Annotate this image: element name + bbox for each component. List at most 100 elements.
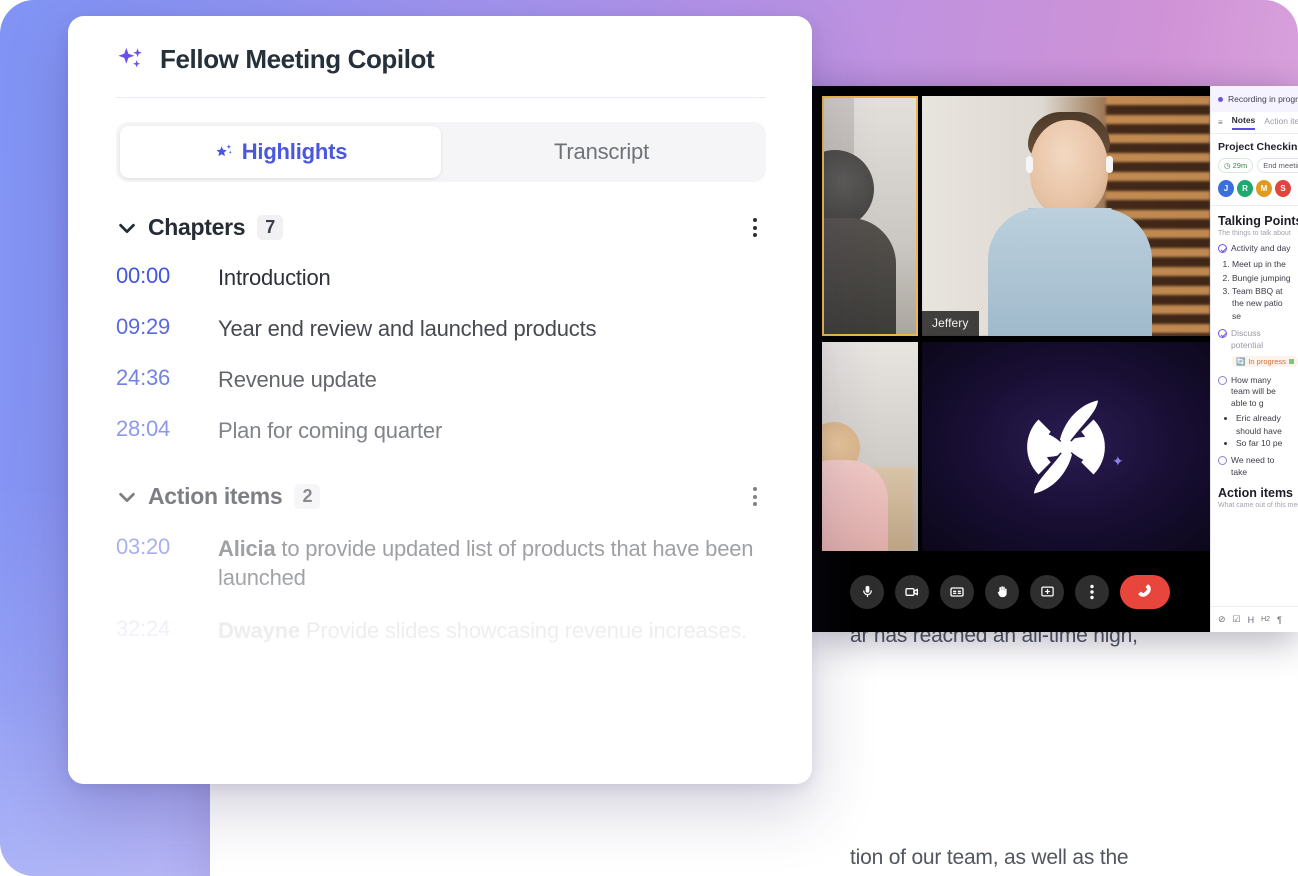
participant-avatars: J R M S — [1218, 180, 1291, 197]
chapters-title: Chapters — [148, 214, 246, 240]
end-call-button[interactable] — [1120, 574, 1170, 609]
notes-panel-tabs: ≡ Notes Action items — [1211, 112, 1298, 134]
present-button[interactable] — [1030, 574, 1064, 609]
editor-toolbar: ⊘ ☑ H H2 ¶ — [1211, 606, 1298, 632]
checkbox-round-icon[interactable]: ⊘ — [1218, 614, 1226, 625]
chapter-row[interactable]: 00:00 Introduction — [116, 263, 766, 292]
paragraph-icon[interactable]: ¶ — [1277, 615, 1282, 625]
action-item-timestamp[interactable]: 03:20 — [116, 534, 218, 560]
chapters-count-badge: 7 — [257, 215, 284, 240]
list-item: So far 10 pe — [1236, 437, 1291, 449]
video-meeting-window: Jeffery ✦ Recording in progr ≡ Notes Act… — [810, 86, 1298, 632]
video-tile-logo[interactable]: ✦ ✦ ✦ — [922, 342, 1210, 551]
list-item: Meet up in the — [1232, 258, 1291, 270]
meeting-control-bar — [810, 551, 1210, 632]
card-fade-overlay — [68, 574, 812, 784]
chapter-timestamp[interactable]: 28:04 — [116, 416, 218, 442]
chapters-section-header: Chapters 7 — [116, 214, 766, 241]
chapter-timestamp[interactable]: 09:29 — [116, 314, 218, 340]
talking-point-item[interactable]: How many team will be able to g — [1218, 375, 1291, 409]
chapters-more-options-icon[interactable] — [744, 217, 766, 239]
checkbox-empty-icon[interactable] — [1218, 456, 1227, 466]
talking-point-item[interactable]: Activity and day — [1218, 243, 1291, 254]
avatar[interactable]: J — [1218, 180, 1234, 197]
heading-2-icon[interactable]: H2 — [1261, 616, 1270, 623]
action-items-title: Action items — [148, 483, 283, 510]
sparkle-icon — [118, 47, 142, 67]
mic-button[interactable] — [850, 574, 884, 609]
sparkle-decor-icon: ✦ — [1112, 453, 1124, 469]
talking-point-item[interactable]: Discuss potential — [1218, 328, 1291, 351]
meeting-notes-panel: Recording in progress ≡ Notes Action ite… — [1210, 86, 1298, 632]
status-badge: 🔄 In progress — [1232, 355, 1298, 367]
avatar[interactable]: R — [1237, 180, 1253, 197]
status-emoji-icon: 🔄 — [1236, 356, 1246, 366]
chapter-timestamp[interactable]: 24:36 — [116, 365, 218, 391]
heading-1-icon[interactable]: H — [1248, 615, 1255, 625]
action-items-count-badge: 2 — [294, 484, 321, 510]
video-tile-participant-top-left[interactable] — [822, 96, 918, 336]
divider — [1211, 205, 1298, 206]
tab-transcript-label: Transcript — [554, 139, 649, 164]
tab-highlights[interactable]: Highlights — [120, 126, 441, 178]
fellow-meeting-copilot-card: Fellow Meeting Copilot Highlights Transc… — [68, 16, 812, 784]
chapter-row[interactable]: 09:29 Year end review and launched produ… — [116, 314, 766, 343]
action-item-owner: Alicia — [218, 536, 276, 562]
tab-transcript[interactable]: Transcript — [441, 126, 762, 178]
meeting-meta-row: ◷ 29m End meeting — [1218, 158, 1298, 173]
avatar[interactable]: S — [1275, 180, 1291, 197]
action-item-row[interactable]: 03:20 Alicia to provide updated list of … — [116, 534, 766, 592]
chevron-down-icon[interactable] — [116, 217, 138, 239]
video-tile-grid: Jeffery ✦ — [810, 86, 1210, 551]
talking-point-sublist: Eric already should have So far 10 pe — [1236, 412, 1291, 449]
tab-action-items[interactable]: Action items — [1264, 116, 1298, 129]
raise-hand-button[interactable] — [985, 574, 1019, 609]
talking-point-item[interactable]: We need to take — [1218, 455, 1291, 478]
action-item-row[interactable]: 32:24 Dwayne Provide slides showcasing r… — [116, 616, 766, 645]
action-item-text: Dwayne Provide slides showcasing revenue… — [218, 618, 748, 644]
chapter-row[interactable]: 28:04 Plan for coming quarter — [116, 416, 766, 445]
copilot-tabs: Highlights Transcript — [116, 122, 766, 182]
chapter-title: Introduction — [218, 265, 331, 290]
recording-dot-icon — [1218, 96, 1223, 102]
tab-notes[interactable]: Notes — [1231, 115, 1256, 130]
meeting-title: Project Checkin — [1218, 141, 1298, 153]
action-items-section-header: Action items 2 — [116, 483, 766, 510]
more-button[interactable] — [1075, 574, 1109, 609]
list-icon: ≡ — [1218, 118, 1223, 127]
video-tile-participant-bottom-left[interactable] — [822, 342, 918, 551]
star-sparkle-icon — [216, 144, 232, 157]
chapter-title: Revenue update — [218, 367, 377, 393]
page-title: Fellow Meeting Copilot — [160, 44, 435, 74]
status-square-icon — [1288, 358, 1294, 364]
chapter-timestamp[interactable]: 00:00 — [116, 263, 218, 289]
screenshot-root: ar has reached an all-time high, tion of… — [0, 0, 1298, 876]
chapter-title: Plan for coming quarter — [218, 418, 443, 444]
recording-status-bar: Recording in progress — [1211, 86, 1298, 112]
list-item: Bungie jumping — [1232, 272, 1291, 284]
participant-name-label: Jeffery — [922, 311, 979, 336]
end-meeting-button[interactable]: End meeting — [1257, 158, 1298, 173]
captions-button[interactable] — [940, 574, 974, 609]
avatar[interactable]: M — [1256, 180, 1272, 197]
list-item: Team BBQ at the new patio se — [1232, 285, 1291, 322]
duration-pill: ◷ 29m — [1218, 158, 1254, 173]
checkbox-done-icon[interactable] — [1218, 244, 1227, 253]
notes-action-items-heading: Action items — [1218, 486, 1294, 501]
action-items-more-options-icon[interactable] — [744, 486, 766, 508]
clock-icon: ◷ — [1224, 161, 1231, 170]
pinwheel-logo-icon — [1012, 393, 1120, 501]
tab-highlights-label: Highlights — [241, 139, 348, 164]
chapter-row[interactable]: 24:36 Revenue update — [116, 365, 766, 394]
checkbox-empty-icon[interactable] — [1218, 375, 1227, 385]
camera-button[interactable] — [895, 574, 929, 609]
talking-point-sublist: Meet up in the Bungie jumping Team BBQ a… — [1232, 258, 1291, 322]
video-tile-jeffery[interactable]: Jeffery — [922, 96, 1210, 336]
chevron-down-icon[interactable] — [116, 486, 138, 508]
checkbox-done-icon[interactable] — [1218, 329, 1227, 339]
action-item-timestamp[interactable]: 32:24 — [116, 616, 218, 642]
list-item: Eric already should have — [1236, 412, 1291, 437]
notes-action-items-subheading: What came out of this mee — [1218, 502, 1298, 510]
checkbox-icon[interactable]: ☑ — [1233, 614, 1241, 625]
doc-text-line-2: tion of our team, as well as the — [850, 846, 1129, 869]
